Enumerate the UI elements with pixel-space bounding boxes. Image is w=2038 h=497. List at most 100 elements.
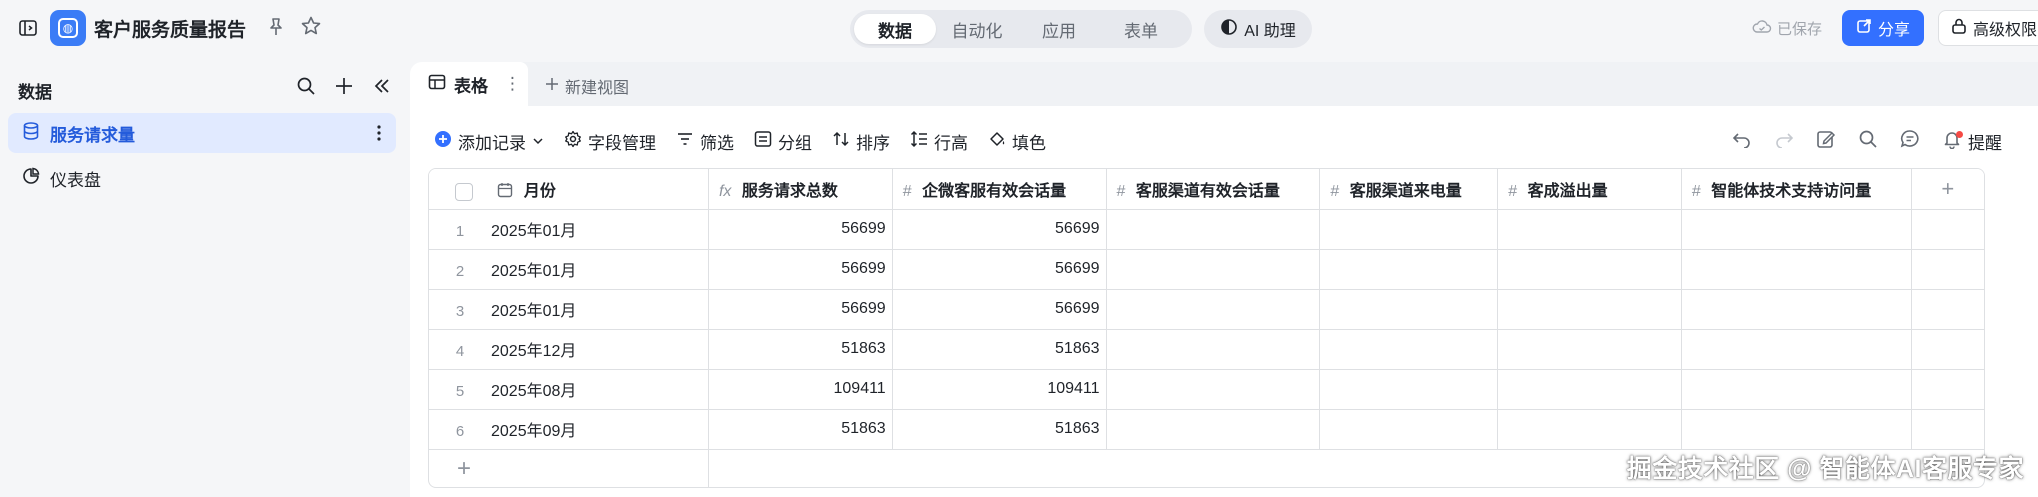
cell-empty[interactable] [1106, 289, 1321, 330]
table-row[interactable]: 5 2025年08月 109411 109411 [429, 369, 1984, 410]
chevron-down-icon[interactable] [532, 131, 544, 151]
filter-button[interactable]: 筛选 [666, 124, 744, 158]
more-vertical-icon[interactable]: ⋮ [504, 74, 521, 94]
tab-data[interactable]: 数据 [854, 14, 936, 44]
cell-empty[interactable] [1497, 289, 1682, 330]
add-record-button[interactable]: 添加记录 [434, 124, 554, 158]
table-row[interactable]: 2 2025年01月 56699 56699 [429, 249, 1984, 290]
ai-assistant-button[interactable]: AI 助理 [1204, 10, 1312, 48]
cell-total[interactable]: 109411 [708, 369, 893, 410]
month-value: 2025年01月 [491, 223, 577, 240]
cell-month[interactable]: 1 2025年01月 [429, 209, 709, 250]
column-header-channel-calls[interactable]: # 客服渠道来电量 [1319, 169, 1499, 210]
cell-wecom[interactable]: 56699 [892, 289, 1107, 330]
column-header-wecom-sessions[interactable]: # 企微客服有效会话量 [892, 169, 1107, 210]
add-column-button[interactable]: + [1911, 169, 1984, 210]
column-header-month[interactable]: 月份 [429, 169, 709, 210]
comment-icon[interactable] [1900, 129, 1920, 154]
cell-month[interactable]: 4 2025年12月 [429, 329, 709, 370]
group-button[interactable]: 分组 [744, 124, 822, 158]
tab-automation[interactable]: 自动化 [936, 14, 1018, 44]
undo-icon[interactable] [1732, 130, 1752, 153]
cell-empty[interactable] [1106, 369, 1321, 410]
cell-wecom[interactable]: 51863 [892, 329, 1107, 370]
redo-icon[interactable] [1774, 130, 1794, 153]
field-manage-button[interactable]: 字段管理 [554, 124, 666, 158]
column-header-total[interactable]: fx 服务请求总数 [708, 169, 893, 210]
select-all-checkbox[interactable] [455, 182, 473, 201]
cell-wecom[interactable]: 56699 [892, 249, 1107, 290]
cell-empty[interactable] [1681, 249, 1912, 290]
database-icon [22, 121, 40, 146]
more-vertical-icon[interactable] [376, 123, 382, 148]
advanced-permissions-button[interactable]: 高级权限 [1938, 10, 2038, 46]
table-row[interactable]: 3 2025年01月 56699 56699 [429, 289, 1984, 330]
records-table: 月份 fx 服务请求总数 # 企微客服有效会话量 # 客服渠道有效会话量 # 客… [429, 169, 1984, 450]
tab-grid-view[interactable]: 表格 ⋮ [410, 62, 528, 106]
row-height-button[interactable]: 行高 [900, 124, 978, 158]
sidebar-item-dashboard[interactable]: 仪表盘 [8, 158, 396, 198]
cell-empty[interactable] [1681, 209, 1912, 250]
cell-empty[interactable] [1497, 329, 1682, 370]
cell-empty[interactable] [1497, 249, 1682, 290]
table-row[interactable]: 6 2025年09月 51863 51863 [429, 409, 1984, 450]
table-row[interactable]: 1 2025年01月 56699 56699 [429, 209, 1984, 250]
cell-empty[interactable] [1497, 409, 1682, 450]
cell-empty[interactable] [1497, 369, 1682, 410]
row-number: 3 [455, 303, 465, 320]
add-row-button[interactable]: + [429, 449, 709, 487]
cell-wecom[interactable]: 56699 [892, 209, 1107, 250]
month-value: 2025年08月 [491, 383, 577, 400]
sidebar-item-service-requests[interactable]: 服务请求量 [8, 113, 396, 153]
cell-total[interactable]: 56699 [708, 249, 893, 290]
cell-empty[interactable] [1681, 329, 1912, 370]
cell-month[interactable]: 3 2025年01月 [429, 289, 709, 330]
cell-empty[interactable] [1319, 369, 1499, 410]
pin-icon[interactable] [265, 16, 287, 43]
cell-empty[interactable] [1497, 209, 1682, 250]
cell-total[interactable]: 51863 [708, 409, 893, 450]
cell-wecom[interactable]: 109411 [892, 369, 1107, 410]
ai-assistant-label: AI 助理 [1244, 23, 1296, 40]
cell-empty[interactable] [1681, 369, 1912, 410]
cell-empty[interactable] [1681, 289, 1912, 330]
cell-empty[interactable] [1319, 249, 1499, 290]
column-header-channel-sessions[interactable]: # 客服渠道有效会话量 [1106, 169, 1321, 210]
cell-empty[interactable] [1106, 249, 1321, 290]
tab-apps[interactable]: 应用 [1018, 14, 1100, 44]
cell-total[interactable]: 56699 [708, 209, 893, 250]
cell-empty[interactable] [1319, 289, 1499, 330]
search-icon[interactable] [1858, 129, 1878, 154]
cell-total[interactable]: 51863 [708, 329, 893, 370]
cell-empty[interactable] [1681, 409, 1912, 450]
cell-total[interactable]: 56699 [708, 289, 893, 330]
cell-empty[interactable] [1319, 409, 1499, 450]
table-row[interactable]: 4 2025年12月 51863 51863 [429, 329, 1984, 370]
view-tab-label: 表格 [454, 76, 488, 96]
collapse-sidebar-icon[interactable] [372, 76, 392, 101]
cell-empty[interactable] [1106, 409, 1321, 450]
edit-icon[interactable] [1816, 129, 1836, 154]
fill-color-button[interactable]: 填色 [978, 124, 1056, 158]
lock-permission-icon [1951, 17, 1967, 40]
new-view-button[interactable]: 新建视图 [545, 74, 629, 98]
cell-empty[interactable] [1319, 329, 1499, 370]
table-icon [428, 74, 446, 95]
sidebar-toggle-icon[interactable] [16, 16, 40, 40]
tab-forms[interactable]: 表单 [1100, 14, 1182, 44]
cell-month[interactable]: 5 2025年08月 [429, 369, 709, 410]
cell-month[interactable]: 6 2025年09月 [429, 409, 709, 450]
star-icon[interactable] [300, 15, 322, 42]
column-header-agent-visits[interactable]: # 智能体技术支持访问量 [1681, 169, 1912, 210]
cell-wecom[interactable]: 51863 [892, 409, 1107, 450]
sort-button[interactable]: 排序 [822, 124, 900, 158]
column-header-overflow[interactable]: # 客成溢出量 [1497, 169, 1682, 210]
remind-button[interactable]: 提醒 [1942, 129, 2002, 154]
cell-empty[interactable] [1106, 209, 1321, 250]
cell-empty[interactable] [1319, 209, 1499, 250]
cell-month[interactable]: 2 2025年01月 [429, 249, 709, 290]
search-icon[interactable] [296, 76, 316, 101]
cell-empty[interactable] [1106, 329, 1321, 370]
add-icon[interactable] [334, 76, 354, 101]
share-button[interactable]: 分享 [1842, 10, 1924, 46]
